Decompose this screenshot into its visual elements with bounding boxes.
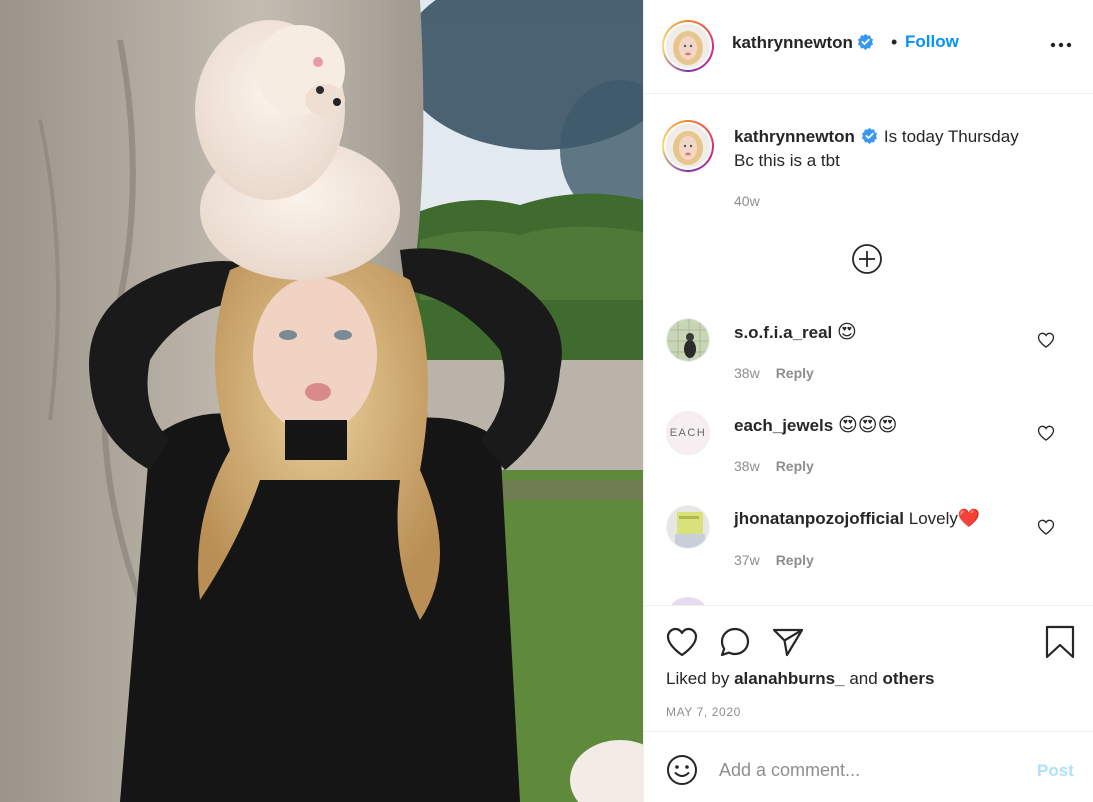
author-avatar[interactable] — [662, 20, 714, 72]
reply-button[interactable]: Reply — [776, 552, 814, 568]
comment-text: jhonatanpozojofficial Lovely❤️ — [734, 508, 980, 529]
smiley-face-icon[interactable] — [666, 754, 698, 786]
caption-line-1: Is today Thursday — [883, 127, 1019, 146]
liker-username[interactable]: alanahburns_ — [734, 669, 845, 688]
comment-meta: 38w Reply — [734, 458, 814, 474]
comment-item: s.o.f.i.a_real 😍 38w Reply — [644, 318, 1093, 408]
heart-eyes-emoji: 😍 — [837, 322, 857, 343]
commenter-avatar[interactable]: EACH — [666, 411, 710, 455]
commenter-avatar[interactable] — [666, 318, 710, 362]
post-comment-button[interactable]: Post — [1037, 761, 1074, 781]
caption: kathrynnewton Is today Thursday Bc this i… — [734, 125, 1064, 173]
comment-item: jhonatanpozojofficial Lovely❤️ 37w Reply — [644, 505, 1093, 595]
likes-summary: Liked by alanahburns_ and others — [666, 669, 934, 689]
instagram-post: kathrynnewton • Follow kathrynnewton Is … — [0, 0, 1093, 802]
commenter-avatar-image — [667, 319, 709, 361]
author-avatar-image — [666, 24, 710, 68]
paper-plane-icon[interactable] — [770, 624, 806, 660]
heart-eyes-emoji: 😍 — [837, 415, 858, 436]
comment-timestamp[interactable]: 37w — [734, 552, 760, 568]
comment-text: each_jewels 😍😍😍 — [734, 414, 897, 437]
comment-meta: 37w Reply — [734, 552, 814, 568]
caption-timestamp[interactable]: 40w — [734, 193, 760, 209]
heart-icon[interactable] — [664, 624, 700, 660]
follow-button[interactable]: Follow — [905, 32, 959, 52]
verified-badge-icon — [861, 127, 878, 144]
comment-like-heart-icon[interactable] — [1036, 330, 1056, 350]
caption-author-avatar[interactable] — [662, 120, 714, 172]
post-photo[interactable] — [0, 0, 643, 802]
likes-others-link[interactable]: others — [882, 669, 934, 688]
comment-bubble-icon[interactable] — [717, 624, 753, 660]
separator-dot: • — [891, 32, 898, 52]
commenter-avatar[interactable] — [666, 505, 710, 549]
comment-body: Lovely — [908, 509, 958, 528]
red-heart-emoji: ❤️ — [957, 508, 981, 528]
caption-username[interactable]: kathrynnewton — [734, 127, 855, 146]
verified-badge-icon — [857, 33, 874, 50]
author-name-row: kathrynnewton — [732, 33, 874, 53]
caption-line-2: Bc this is a tbt — [734, 151, 840, 170]
commenter-username[interactable]: each_jewels — [734, 416, 833, 435]
commenter-avatar-logo: EACH — [669, 427, 707, 439]
likes-prefix: Liked by — [666, 669, 730, 688]
heart-eyes-emoji: 😍 — [857, 415, 878, 436]
commenter-avatar-image — [667, 506, 709, 548]
comment-meta: 38w Reply — [734, 365, 814, 381]
likes-connector: and — [849, 669, 878, 688]
reply-button[interactable]: Reply — [776, 365, 814, 381]
comment-like-heart-icon[interactable] — [1036, 423, 1056, 443]
comment-input[interactable] — [719, 754, 1019, 786]
post-side-panel: kathrynnewton • Follow kathrynnewton Is … — [643, 0, 1093, 802]
author-username[interactable]: kathrynnewton — [732, 33, 853, 52]
comments-list[interactable]: kathrynnewton Is today Thursday Bc this i… — [644, 95, 1093, 605]
caption-avatar-image — [666, 124, 710, 168]
comment-timestamp[interactable]: 38w — [734, 458, 760, 474]
bookmark-icon[interactable] — [1042, 624, 1078, 660]
commenter-username[interactable]: jhonatanpozojofficial — [734, 509, 904, 528]
post-actions: Liked by alanahburns_ and others MAY 7, … — [644, 605, 1093, 731]
comment-like-heart-icon[interactable] — [1036, 517, 1056, 537]
reply-button[interactable]: Reply — [776, 458, 814, 474]
post-header: kathrynnewton • Follow — [644, 0, 1093, 94]
post-date[interactable]: MAY 7, 2020 — [666, 705, 741, 719]
comment-item: EACH each_jewels 😍😍😍 38w Reply — [644, 411, 1093, 501]
commenter-username[interactable]: s.o.f.i.a_real — [734, 323, 832, 342]
add-comment-bar: Post — [644, 731, 1093, 802]
comment-timestamp[interactable]: 38w — [734, 365, 760, 381]
photo-illustration — [0, 0, 643, 802]
commenter-avatar-partial — [666, 597, 710, 605]
heart-eyes-emoji: 😍 — [877, 415, 898, 436]
comment-text: s.o.f.i.a_real 😍 — [734, 321, 857, 344]
more-options-icon[interactable] — [1049, 38, 1073, 52]
load-more-comments-icon[interactable] — [851, 243, 883, 275]
